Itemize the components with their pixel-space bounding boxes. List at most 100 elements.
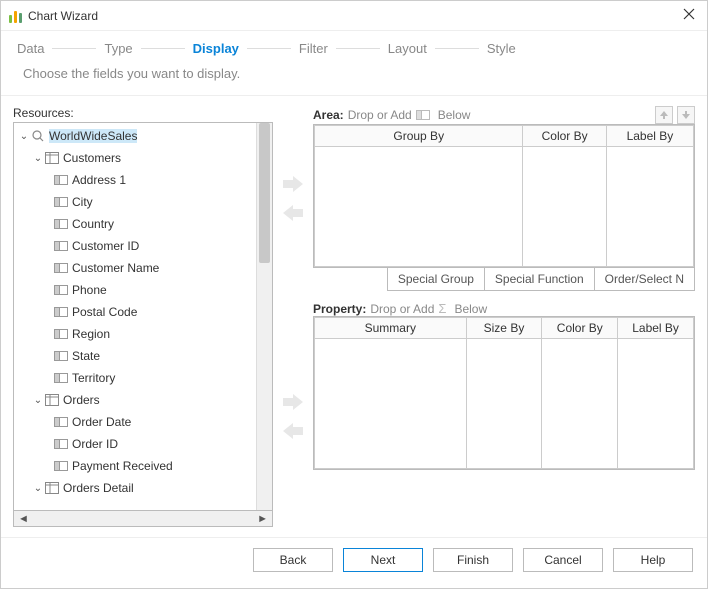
area-label: Area:: [313, 108, 344, 122]
tree-field[interactable]: Postal Code: [14, 301, 256, 323]
scroll-left-icon[interactable]: ◄: [18, 513, 29, 525]
field-icon: [54, 263, 68, 273]
remove-button-property[interactable]: [283, 423, 303, 442]
area-col-colorby: Color By: [523, 126, 606, 147]
tree-root-label: WorldWideSales: [49, 129, 137, 143]
area-special-buttons: Special Group Special Function Order/Sel…: [313, 267, 695, 291]
tree-field[interactable]: Order ID: [14, 433, 256, 455]
wizard-steps: Data Type Display Filter Layout Style: [1, 31, 707, 62]
finish-button[interactable]: Finish: [433, 548, 513, 572]
tree-field[interactable]: Order Date: [14, 411, 256, 433]
property-hint2: Below: [454, 302, 487, 316]
arrow-up-icon: [659, 110, 669, 120]
arrow-right-icon: [283, 176, 303, 192]
area-col-groupby: Group By: [315, 126, 523, 147]
prop-col-colorby: Color By: [542, 318, 618, 339]
field-icon: [54, 197, 68, 207]
tree-group-label: Customers: [63, 151, 121, 165]
arrow-left-icon: [283, 205, 303, 221]
tree-field[interactable]: Territory: [14, 367, 256, 389]
step-filter[interactable]: Filter: [297, 41, 330, 56]
tree-field[interactable]: State: [14, 345, 256, 367]
step-style[interactable]: Style: [485, 41, 518, 56]
scrollbar-thumb[interactable]: [259, 123, 270, 263]
chevron-down-icon[interactable]: ⌄: [32, 153, 44, 164]
table-icon: [45, 394, 59, 406]
resources-label: Resources:: [13, 106, 273, 120]
tree-field[interactable]: Region: [14, 323, 256, 345]
resources-tree[interactable]: ⌄ WorldWideSales ⌄ Customers Address 1 C…: [13, 122, 273, 511]
horizontal-scrollbar[interactable]: ◄ ►: [13, 511, 273, 527]
add-button-property[interactable]: [283, 394, 303, 413]
wizard-footer: Back Next Finish Cancel Help: [1, 537, 707, 588]
vertical-scrollbar[interactable]: [256, 123, 272, 510]
sigma-icon: Σ: [438, 301, 446, 316]
table-icon: [45, 482, 59, 494]
area-header: Area: Drop or Add Below: [313, 106, 695, 124]
field-icon: [54, 373, 68, 383]
instruction-text: Choose the fields you want to display.: [1, 62, 707, 96]
back-button[interactable]: Back: [253, 548, 333, 572]
field-icon: [54, 329, 68, 339]
area-hint1: Drop or Add: [348, 108, 412, 122]
field-hint-icon: [416, 110, 430, 120]
tree-group[interactable]: ⌄ Customers: [14, 147, 256, 169]
tree-root[interactable]: ⌄ WorldWideSales: [14, 125, 256, 147]
step-data[interactable]: Data: [15, 41, 46, 56]
prop-col-summary: Summary: [315, 318, 467, 339]
tree-field[interactable]: Address 1: [14, 169, 256, 191]
tree-group[interactable]: ⌄ Orders: [14, 389, 256, 411]
tree-field[interactable]: City: [14, 191, 256, 213]
tree-group[interactable]: ⌄ Orders Detail: [14, 477, 256, 499]
field-icon: [54, 417, 68, 427]
field-icon: [54, 175, 68, 185]
tree-field[interactable]: Country: [14, 213, 256, 235]
step-layout[interactable]: Layout: [386, 41, 429, 56]
area-col-labelby: Label By: [606, 126, 693, 147]
move-down-button[interactable]: [677, 106, 695, 124]
titlebar: Chart Wizard: [1, 1, 707, 31]
table-icon: [45, 152, 59, 164]
arrow-left-icon: [283, 423, 303, 439]
cancel-button[interactable]: Cancel: [523, 548, 603, 572]
chevron-down-icon[interactable]: ⌄: [32, 395, 44, 406]
close-button[interactable]: [679, 7, 699, 25]
field-icon: [54, 351, 68, 361]
scroll-right-icon[interactable]: ►: [257, 513, 268, 525]
property-hint1: Drop or Add: [370, 302, 434, 316]
remove-button[interactable]: [283, 205, 303, 224]
tree-group-label: Orders Detail: [63, 481, 134, 495]
chevron-down-icon[interactable]: ⌄: [32, 483, 44, 494]
tree-field[interactable]: Customer ID: [14, 235, 256, 257]
field-icon: [54, 285, 68, 295]
area-hint2: Below: [438, 108, 471, 122]
tree-group-label: Orders: [63, 393, 100, 407]
field-icon: [54, 439, 68, 449]
prop-col-labelby: Label By: [618, 318, 694, 339]
window-title: Chart Wizard: [28, 9, 679, 23]
resources-panel: Resources: ⌄ WorldWideSales ⌄ Customers …: [13, 106, 273, 527]
add-button[interactable]: [283, 176, 303, 195]
transfer-buttons: [279, 106, 307, 527]
next-button[interactable]: Next: [343, 548, 423, 572]
move-up-button[interactable]: [655, 106, 673, 124]
special-group-button[interactable]: Special Group: [387, 267, 485, 291]
tree-field[interactable]: Phone: [14, 279, 256, 301]
close-icon: [683, 8, 695, 20]
step-display[interactable]: Display: [191, 41, 241, 56]
chevron-down-icon[interactable]: ⌄: [18, 131, 30, 142]
property-header: Property: Drop or Add Σ Below: [313, 301, 695, 316]
arrow-down-icon: [681, 110, 691, 120]
property-label: Property:: [313, 302, 366, 316]
area-table[interactable]: Group By Color By Label By: [313, 124, 695, 268]
tree-field[interactable]: Payment Received: [14, 455, 256, 477]
order-select-n-button[interactable]: Order/Select N: [595, 267, 695, 291]
tree-field[interactable]: Customer Name: [14, 257, 256, 279]
app-logo-icon: [9, 9, 22, 23]
property-table[interactable]: Summary Size By Color By Label By: [313, 316, 695, 470]
step-type[interactable]: Type: [102, 41, 134, 56]
help-button[interactable]: Help: [613, 548, 693, 572]
prop-col-sizeby: Size By: [466, 318, 542, 339]
special-function-button[interactable]: Special Function: [485, 267, 595, 291]
field-icon: [54, 241, 68, 251]
